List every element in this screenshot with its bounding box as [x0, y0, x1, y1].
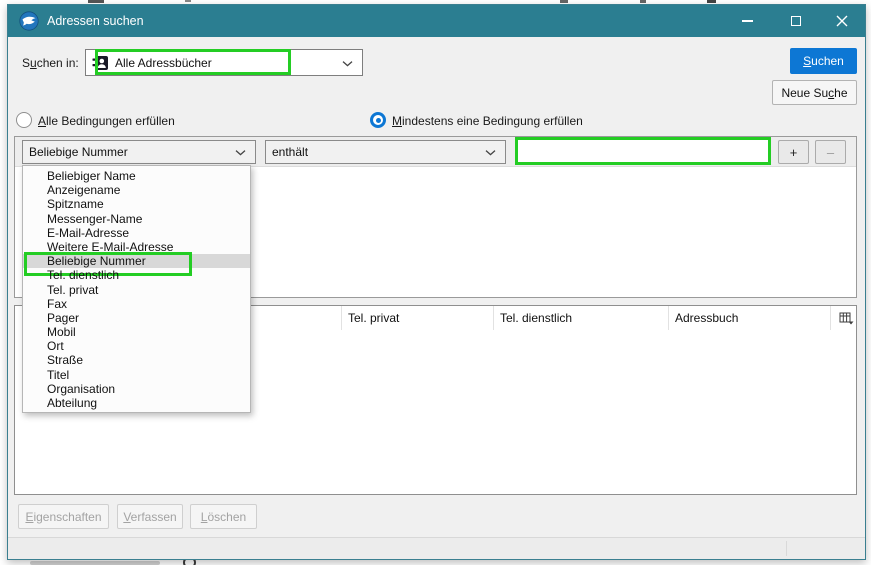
field-menu-item[interactable]: Fax	[23, 297, 250, 311]
column-header[interactable]: Adressbuch	[669, 306, 831, 330]
minimize-button[interactable]	[724, 5, 770, 37]
radio-any-label[interactable]: Mindestens eine Bedingung erfüllen	[392, 114, 583, 128]
field-menu-item[interactable]: E-Mail-Adresse	[23, 226, 250, 240]
operator-dropdown[interactable]: enthält	[265, 140, 506, 164]
field-menu-item[interactable]: Pager	[23, 311, 250, 325]
properties-button[interactable]: Eigenschaften	[18, 504, 109, 529]
chevron-down-icon	[342, 60, 353, 66]
add-condition-button[interactable]: +	[778, 140, 809, 164]
operator-dropdown-value: enthält	[272, 145, 309, 159]
chevron-down-icon	[235, 150, 246, 156]
field-menu-item[interactable]: Titel	[23, 368, 250, 382]
column-picker-button[interactable]	[831, 306, 856, 330]
radio-all-conditions[interactable]	[16, 112, 32, 128]
search-in-dropdown[interactable]: Alle Adressbücher	[85, 49, 363, 76]
background-artifact	[30, 561, 160, 565]
maximize-icon	[791, 16, 801, 26]
background-artifact	[560, 0, 568, 3]
compose-button[interactable]: Verfassen	[117, 504, 183, 529]
address-book-icon	[92, 55, 108, 70]
field-menu-item[interactable]: Organisation	[23, 382, 250, 396]
field-menu-item[interactable]: Spitzname	[23, 197, 250, 211]
field-menu-item[interactable]: Tel. dienstlich	[23, 268, 250, 282]
titlebar[interactable]: Adressen suchen	[8, 5, 865, 37]
field-dropdown-menu: Beliebiger Name Anzeigename Spitzname Me…	[22, 165, 251, 413]
column-header[interactable]: Tel. dienstlich	[494, 306, 669, 330]
delete-button[interactable]: Löschen	[190, 504, 257, 529]
statusbar-separator	[786, 541, 787, 556]
search-in-label: Suchen in:	[22, 56, 79, 70]
field-menu-item[interactable]: Ort	[23, 339, 250, 353]
thunderbird-icon	[19, 11, 39, 31]
remove-condition-button[interactable]: –	[815, 140, 846, 164]
close-icon	[836, 15, 848, 27]
field-menu-item[interactable]: Abteilung	[23, 396, 250, 410]
background-artifact	[88, 0, 104, 3]
close-button[interactable]	[819, 5, 865, 37]
search-addresses-dialog: Adressen suchen Suchen in: Alle Adressbü…	[7, 4, 866, 560]
minimize-icon	[741, 20, 753, 22]
background-artifact	[185, 0, 191, 2]
search-button[interactable]: Suchen	[790, 48, 857, 74]
column-header[interactable]: Tel. privat	[342, 306, 494, 330]
field-menu-item[interactable]: Beliebiger Name	[23, 169, 250, 183]
field-menu-item[interactable]: Straße	[23, 353, 250, 367]
condition-value-input[interactable]	[515, 137, 771, 165]
field-menu-item[interactable]: Messenger-Name	[23, 212, 250, 226]
field-menu-item[interactable]: Beliebige Nummer	[23, 252, 250, 277]
screen: Adressen suchen Suchen in: Alle Adressbü…	[0, 0, 871, 565]
search-in-value: Alle Adressbücher	[115, 55, 212, 70]
window-title: Adressen suchen	[47, 14, 144, 28]
field-menu-item[interactable]: Anzeigename	[23, 183, 250, 197]
background-artifact	[640, 0, 646, 3]
column-picker-icon	[839, 312, 854, 324]
maximize-button[interactable]	[773, 5, 819, 37]
radio-any-condition[interactable]	[370, 112, 386, 128]
field-menu-item[interactable]: Weitere E-Mail-Adresse	[23, 240, 250, 254]
background-artifact	[707, 0, 716, 3]
radio-all-label[interactable]: Alle Bedingungen erfüllen	[38, 114, 175, 128]
field-menu-item[interactable]: Mobil	[23, 325, 250, 339]
new-search-button[interactable]: Neue Suche	[772, 80, 857, 105]
chevron-down-icon	[485, 150, 496, 156]
field-menu-item[interactable]: Tel. privat	[23, 283, 250, 297]
field-dropdown-value: Beliebige Nummer	[29, 145, 128, 159]
statusbar	[8, 537, 865, 559]
field-dropdown[interactable]: Beliebige Nummer	[22, 140, 256, 164]
